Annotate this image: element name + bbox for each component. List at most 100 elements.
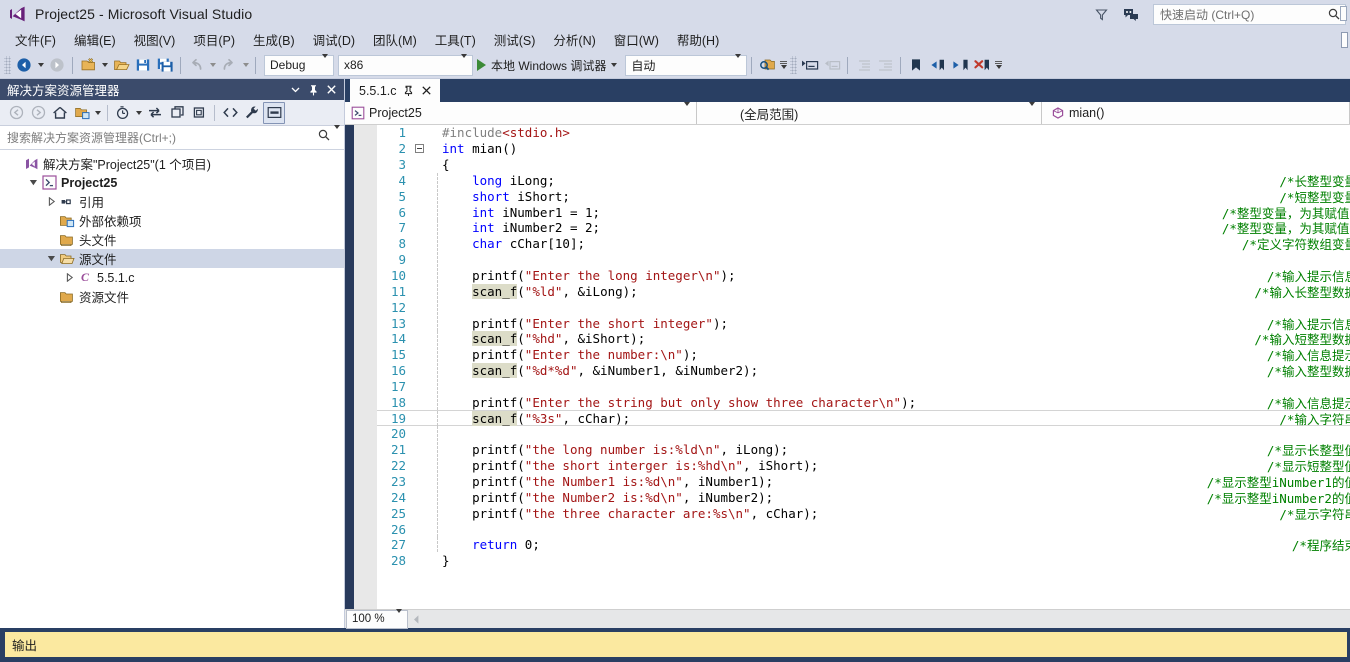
navbar-scope-combo[interactable]: (全局范围) xyxy=(697,102,1042,124)
code-editor[interactable]: 1 #include<stdio.h> 2 int mian() 3{4 long iL… xyxy=(345,125,1350,609)
feedback-smiley-icon[interactable] xyxy=(1121,4,1141,24)
code-line[interactable]: 4 long iLong;/*长整型变量*/ xyxy=(377,172,1350,189)
sync-with-active-document-icon[interactable] xyxy=(144,102,166,124)
code-scroll-region[interactable]: 1 #include<stdio.h> 2 int mian() 3{4 long iL… xyxy=(377,125,1350,609)
close-x-icon[interactable] xyxy=(322,81,340,99)
new-project-icon[interactable] xyxy=(77,54,99,76)
navbar-member-combo[interactable]: mian() xyxy=(1042,102,1350,124)
save-all-icon[interactable] xyxy=(154,54,176,76)
selection-margin[interactable] xyxy=(354,125,377,609)
next-bookmark-icon[interactable] xyxy=(949,54,971,76)
code-line[interactable]: 27 return 0; /*程序结束*/ xyxy=(377,537,1350,553)
menu-team[interactable]: 团队(M) xyxy=(364,27,426,53)
code-line[interactable]: 11 scan_f("%ld", &iLong); /*输入长整型数据*/ xyxy=(377,283,1350,300)
code-line[interactable]: 12 xyxy=(377,299,1350,315)
code-line[interactable]: 28} xyxy=(377,553,1350,569)
code-line[interactable]: 23 printf("the Number1 is:%d\n", iNumber… xyxy=(377,473,1350,490)
menu-test[interactable]: 测试(S) xyxy=(485,27,545,53)
chevron-down-icon[interactable] xyxy=(611,63,618,67)
save-icon[interactable] xyxy=(132,54,154,76)
menu-tools[interactable]: 工具(T) xyxy=(426,27,485,53)
tree-node-header-files[interactable]: 头文件 xyxy=(0,230,344,249)
collapse-outline-icon[interactable] xyxy=(413,144,426,154)
menu-help[interactable]: 帮助(H) xyxy=(668,27,728,53)
menu-window[interactable]: 窗口(W) xyxy=(605,27,668,53)
code-line[interactable]: 3{ xyxy=(377,157,1350,173)
previous-bookmark-icon[interactable] xyxy=(927,54,949,76)
code-line[interactable]: 16 scan_f("%d*%d", &iNumber1, &iNumber2)… xyxy=(377,363,1350,379)
code-line[interactable]: 20 xyxy=(377,426,1350,442)
code-line[interactable]: 19 scan_f("%3s", cChar); /*输入字符串*/ xyxy=(377,410,1350,427)
pending-changes-filter-icon[interactable] xyxy=(112,102,134,124)
chevron-down-icon[interactable] xyxy=(134,102,144,124)
navigate-back-icon[interactable] xyxy=(13,54,35,76)
code-line[interactable]: 21 printf("the long number is:%ld\n", iL… xyxy=(377,442,1350,458)
code-line[interactable]: 6 int iNumber1 = 1;/*整型变量，为其赋值1*/ xyxy=(377,204,1350,221)
navbar-project-combo[interactable]: Project25 xyxy=(345,102,697,124)
code-line[interactable]: 10 printf("Enter the long integer\n");/*… xyxy=(377,268,1350,284)
menu-edit[interactable]: 编辑(E) xyxy=(65,27,125,53)
preview-selected-items-icon[interactable] xyxy=(263,101,285,124)
comment-selection-icon[interactable] xyxy=(799,54,821,76)
menu-view[interactable]: 视图(V) xyxy=(125,27,185,53)
menu-build[interactable]: 生成(B) xyxy=(244,27,304,53)
show-all-files-icon[interactable] xyxy=(219,102,241,124)
refresh-icon[interactable] xyxy=(166,102,188,124)
tree-node-project25[interactable]: Project25 xyxy=(0,173,344,192)
tree-node-source-files[interactable]: 源文件 xyxy=(0,249,344,268)
solution-explorer-search-input[interactable]: 搜索解决方案资源管理器(Ctrl+;) xyxy=(0,124,344,150)
collapse-all-icon[interactable] xyxy=(188,102,210,124)
twisty-open-icon[interactable] xyxy=(44,249,58,268)
code-line[interactable]: 1 #include<stdio.h> xyxy=(377,125,1350,141)
chevron-down-icon[interactable] xyxy=(93,102,103,124)
code-line[interactable]: 5 short iShort;/*短整型变量*/ xyxy=(377,188,1350,205)
code-line[interactable]: 24 printf("the Number2 is:%d\n", iNumber… xyxy=(377,489,1350,506)
navigate-back-dropdown-icon[interactable] xyxy=(35,54,46,76)
code-line[interactable]: 18 printf("Enter the string but only sho… xyxy=(377,394,1350,411)
code-line[interactable]: 17 xyxy=(377,378,1350,395)
code-line[interactable]: 14 scan_f("%hd", &iShort);/*输入短整型数据*/ xyxy=(377,331,1350,347)
twisty-closed-icon[interactable] xyxy=(44,192,58,211)
properties-wrench-icon[interactable] xyxy=(241,102,263,124)
tree-node-references[interactable]: 引用 xyxy=(0,192,344,211)
code-line[interactable]: 8 char cChar[10]; /*定义字符数组变量*/ xyxy=(377,236,1350,252)
document-tab-551c[interactable]: 5.5.1.c xyxy=(350,79,440,102)
clear-bookmarks-icon[interactable] xyxy=(971,54,993,76)
toolbar-overflow-icon[interactable] xyxy=(778,61,789,69)
solution-platform-combo[interactable]: x86 xyxy=(338,54,473,76)
menu-debug[interactable]: 调试(D) xyxy=(304,27,364,53)
twisty-open-icon[interactable] xyxy=(26,173,40,192)
horizontal-scrollbar[interactable] xyxy=(425,609,1350,629)
code-line[interactable]: 7 int iNumber2 = 2;/*整型变量，为其赋值2*/ xyxy=(377,220,1350,236)
menu-project[interactable]: 项目(P) xyxy=(184,27,244,53)
twisty-closed-icon[interactable] xyxy=(62,268,76,287)
scope-to-this-icon[interactable] xyxy=(71,102,93,124)
chevron-down-icon[interactable] xyxy=(286,81,304,99)
tree-node-file-551c[interactable]: C 5.5.1.c xyxy=(0,268,344,287)
code-line[interactable]: 2 int mian() xyxy=(377,141,1350,157)
new-project-dropdown-icon[interactable] xyxy=(99,54,110,76)
start-debugging-button[interactable]: 本地 Windows 调试器 xyxy=(473,54,621,76)
toolbar-overflow-icon[interactable] xyxy=(993,61,1004,69)
code-line[interactable]: 25 printf("the three character are:%s\n"… xyxy=(377,505,1350,522)
debug-target-combo[interactable]: 自动 xyxy=(625,54,748,76)
toolbar-grip[interactable] xyxy=(790,56,798,74)
close-x-icon[interactable] xyxy=(421,85,433,97)
solution-configuration-combo[interactable]: Debug xyxy=(264,54,334,76)
menu-analyze[interactable]: 分析(N) xyxy=(544,27,604,53)
zoom-level-combo[interactable]: 100 % xyxy=(346,609,408,629)
code-line[interactable]: 26 xyxy=(377,521,1350,537)
tree-node-resource-files[interactable]: 资源文件 xyxy=(0,287,344,306)
scroll-left-arrow-icon[interactable] xyxy=(408,610,425,629)
quick-launch-input[interactable]: 快速启动 (Ctrl+Q) xyxy=(1153,3,1346,25)
output-panel-header[interactable]: 输出 xyxy=(5,632,1347,657)
pin-icon[interactable] xyxy=(304,81,322,99)
code-line[interactable]: 15 printf("Enter the number:\n");/*输入信息提… xyxy=(377,347,1350,363)
funnel-filter-icon[interactable] xyxy=(1091,4,1111,24)
code-line[interactable]: 9 xyxy=(377,252,1350,268)
chevron-down-icon[interactable] xyxy=(334,124,340,147)
home-icon[interactable] xyxy=(49,102,71,124)
open-file-folder-icon[interactable] xyxy=(110,54,132,76)
toolbar-grip[interactable] xyxy=(4,56,11,74)
tree-node-external-dependencies[interactable]: 外部依赖项 xyxy=(0,211,344,230)
